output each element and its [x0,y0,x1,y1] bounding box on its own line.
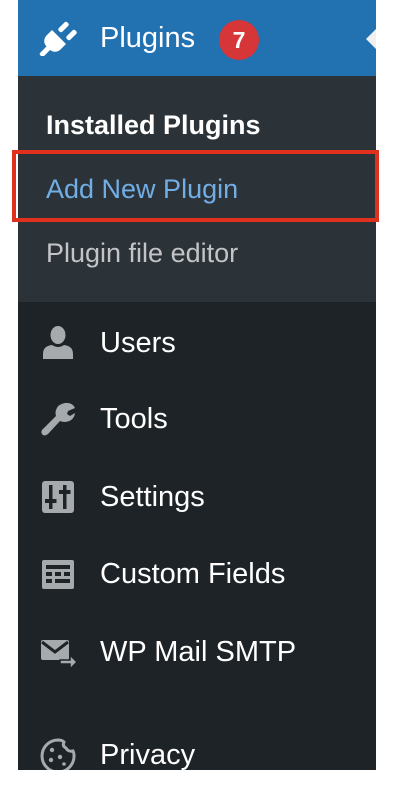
plugin-update-count-badge: 7 [219,20,259,60]
annotation-highlight-box [12,150,379,222]
menu-item-wp-mail-smtp-label: WP Mail SMTP [100,636,297,668]
menu-item-plugins-label: Plugins [100,22,196,54]
menu-item-privacy-label: Privacy [100,739,196,770]
menu-item-users[interactable]: Users [18,310,376,376]
menu-item-wp-mail-smtp[interactable]: WP Mail SMTP [18,619,376,685]
menu-item-settings[interactable]: Settings [18,464,376,530]
menu-item-tools-label: Tools [100,403,168,435]
menu-item-users-label: Users [100,327,176,359]
menu-item-settings-label: Settings [100,481,205,513]
menu-item-privacy[interactable]: Privacy [18,722,376,770]
menu-item-custom-fields-label: Custom Fields [100,558,286,590]
settings-sliders-icon [40,479,76,515]
submenu-plugin-file-editor[interactable]: Plugin file editor [46,236,238,270]
menu-item-custom-fields[interactable]: Custom Fields [18,541,376,607]
admin-sidebar-menu: Plugins 7 Installed Plugins Add New Plug… [18,0,376,770]
plugin-icon [38,20,78,56]
menu-item-tools[interactable]: Tools [18,386,376,452]
wrench-icon [40,401,76,437]
custom-fields-icon [40,556,76,592]
menu-item-plugins[interactable]: Plugins 7 [18,0,376,76]
mail-send-icon [40,634,78,670]
submenu-installed-plugins[interactable]: Installed Plugins [46,108,261,142]
current-menu-arrow [366,27,376,51]
cookie-icon [40,737,76,770]
user-icon [40,325,76,361]
